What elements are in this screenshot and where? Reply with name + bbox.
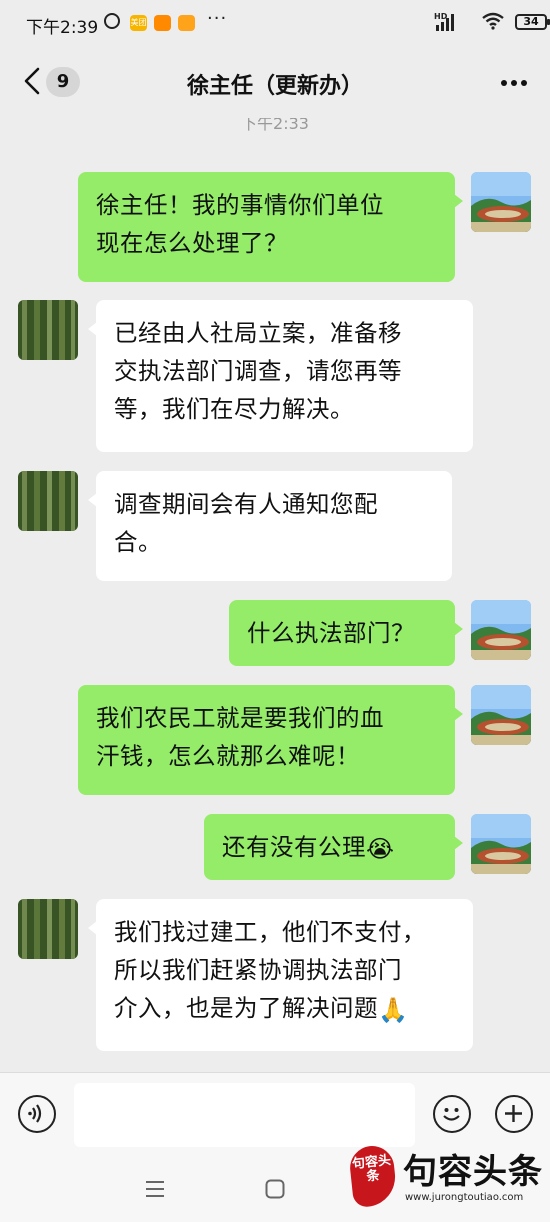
more-icon[interactable] bbox=[500, 70, 528, 92]
message-line: 合。 bbox=[114, 528, 162, 556]
my-avatar[interactable] bbox=[471, 814, 531, 874]
menu-icon[interactable] bbox=[145, 1180, 165, 1202]
meituan-app-icon: 美团 bbox=[130, 15, 147, 31]
notification-app-icon-2 bbox=[178, 15, 195, 31]
home-icon[interactable] bbox=[265, 1179, 285, 1203]
message-bubble-sent[interactable]: 还有没有公理😭 bbox=[204, 814, 463, 880]
watermark: 句容头条 句容头条 www.jurongtoutiao.com bbox=[347, 1142, 542, 1212]
alarm-icon bbox=[104, 13, 120, 29]
status-bar: 下午2:39 美团 ··· HD 34 bbox=[0, 0, 550, 46]
voice-icon[interactable] bbox=[18, 1095, 56, 1133]
emoji-icon[interactable] bbox=[433, 1095, 471, 1133]
contact-avatar[interactable] bbox=[18, 471, 78, 531]
message-line: 已经由人社局立案，准备移 bbox=[114, 319, 402, 347]
message-line: 徐主任！我的事情你们单位 bbox=[96, 191, 384, 219]
wifi-icon bbox=[482, 12, 504, 34]
watermark-seal: 句容头条 bbox=[347, 1143, 399, 1209]
notification-app-icon bbox=[154, 15, 171, 31]
pray-emoji-icon: 🙏 bbox=[378, 995, 409, 1024]
message-line: 我们农民工就是要我们的血 bbox=[96, 704, 384, 732]
message-bubble-sent[interactable]: 徐主任！我的事情你们单位 现在怎么处理了？ bbox=[78, 172, 463, 282]
message-input[interactable] bbox=[74, 1083, 415, 1147]
message-timestamp: 下午2:33 bbox=[241, 118, 309, 133]
message-line: 我们找过建工，他们不支付， bbox=[114, 918, 426, 946]
chat-header: 9 徐主任（更新办） bbox=[0, 46, 550, 118]
contact-avatar[interactable] bbox=[18, 899, 78, 959]
message-line: 调查期间会有人通知您配 bbox=[114, 490, 378, 518]
more-notifications-icon: ··· bbox=[207, 8, 228, 29]
message-line: 介入，也是为了解决问题🙏 bbox=[114, 989, 455, 1027]
message-bubble-received[interactable]: 我们找过建工，他们不支付， 所以我们赶紧协调执法部门 介入，也是为了解决问题🙏 bbox=[88, 899, 473, 1051]
message-bubble-received[interactable]: 调查期间会有人通知您配 合。 bbox=[88, 471, 452, 581]
status-time: 下午2:39 bbox=[26, 18, 99, 38]
message-line: 汗钱，怎么就那么难呢！ bbox=[96, 742, 360, 770]
message-line: 什么执法部门？ bbox=[247, 619, 415, 647]
chat-area[interactable]: 下午2:33 徐主任！我的事情你们单位 现在怎么处理了？ 已经由人社局立案，准备… bbox=[0, 118, 550, 1072]
my-avatar[interactable] bbox=[471, 172, 531, 232]
message-line: 交执法部门调查，请您再等 bbox=[114, 357, 402, 385]
plus-icon[interactable] bbox=[495, 1095, 533, 1133]
message-text: 介入，也是为了解决问题 bbox=[114, 994, 378, 1022]
message-line: 所以我们赶紧协调执法部门 bbox=[114, 956, 402, 984]
crying-emoji-icon: 😭 bbox=[366, 834, 395, 863]
chat-title: 徐主任（更新办） bbox=[186, 74, 363, 99]
message-bubble-sent[interactable]: 我们农民工就是要我们的血 汗钱，怎么就那么难呢！ bbox=[78, 685, 463, 795]
message-bubble-sent[interactable]: 什么执法部门？ bbox=[229, 600, 463, 666]
contact-avatar[interactable] bbox=[18, 300, 78, 360]
battery-icon: 34 bbox=[515, 14, 550, 30]
message-line: 等，我们在尽力解决。 bbox=[114, 395, 354, 423]
message-line: 现在怎么处理了？ bbox=[96, 229, 288, 257]
my-avatar[interactable] bbox=[471, 600, 531, 660]
message-bubble-received[interactable]: 已经由人社局立案，准备移 交执法部门调查，请您再等 等，我们在尽力解决。 bbox=[88, 300, 473, 452]
watermark-url: www.jurongtoutiao.com bbox=[405, 1192, 524, 1203]
message-line: 还有没有公理😭 bbox=[222, 828, 437, 866]
watermark-brand: 句容头条 bbox=[403, 1152, 543, 1192]
message-text: 还有没有公理 bbox=[222, 833, 366, 861]
my-avatar[interactable] bbox=[471, 685, 531, 745]
